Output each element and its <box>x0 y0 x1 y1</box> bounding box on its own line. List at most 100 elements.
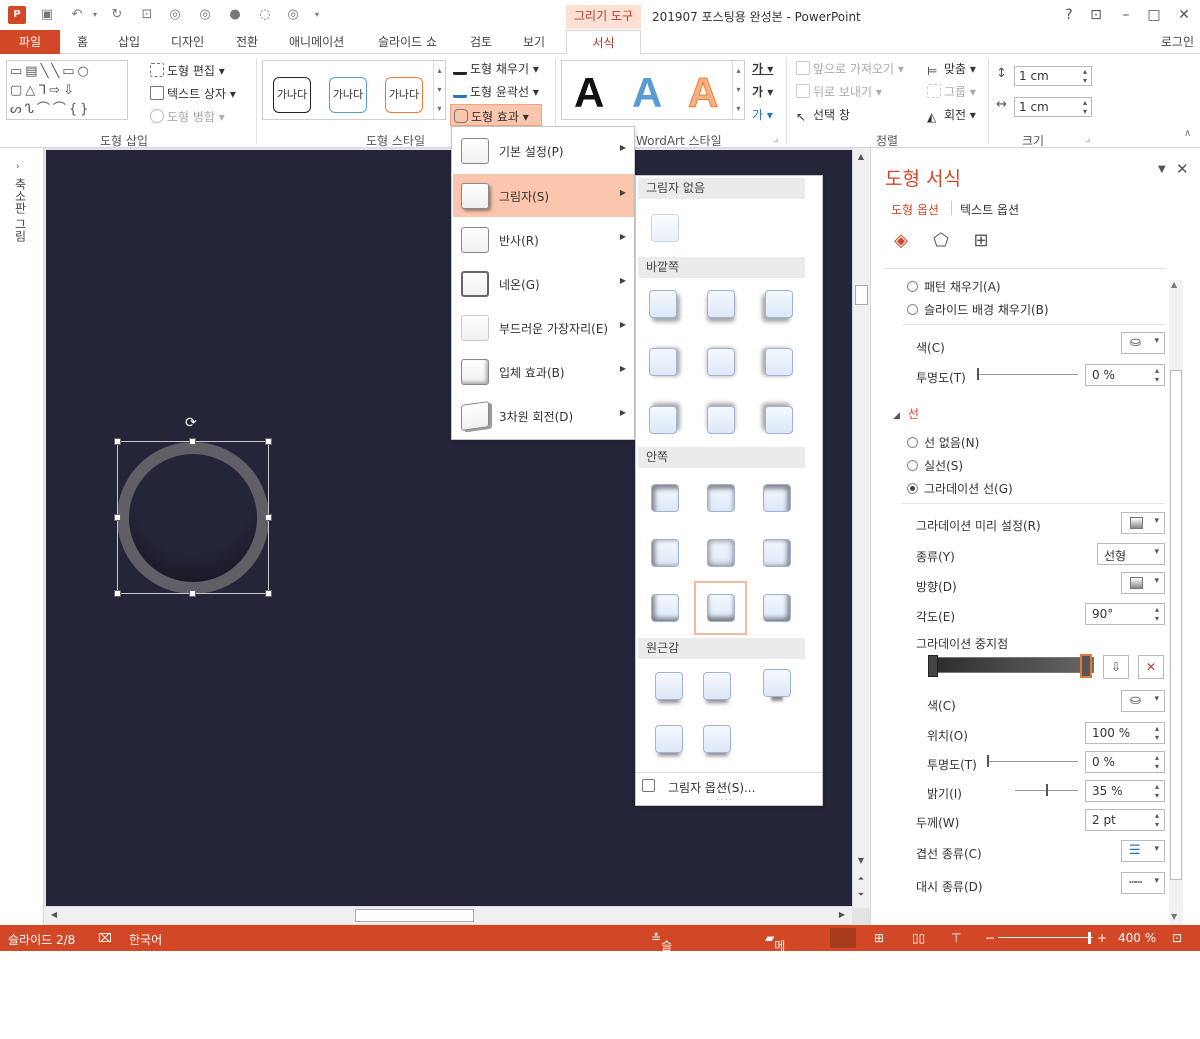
stop-transparency-slider-thumb[interactable] <box>987 755 989 767</box>
rotate-handle-icon[interactable]: ⟳ <box>185 415 197 431</box>
shape-effects-button[interactable]: 도형 효과 ▾ <box>450 104 542 126</box>
tab-view[interactable]: 보기 <box>523 30 545 54</box>
notes-button[interactable]: ≛ 슬라이드 노트 <box>651 931 672 1038</box>
shadow-inner-tile[interactable] <box>651 484 679 512</box>
undo-dropdown-icon[interactable]: ▾ <box>86 6 104 24</box>
selection-pane-button[interactable]: ↖ 선택 창 <box>796 106 850 124</box>
brightness-input[interactable]: 35 % <box>1085 780 1165 802</box>
shadow-inner-tile[interactable] <box>763 484 791 512</box>
shadow-perspective-tile[interactable] <box>655 672 683 700</box>
scroll-left-icon[interactable]: ◀ <box>47 908 61 922</box>
scroll-down-icon[interactable]: ▼ <box>854 854 868 868</box>
brightness-slider-thumb[interactable] <box>1046 784 1048 796</box>
shape-fill-button[interactable]: 도형 채우기 ▾ <box>453 60 539 77</box>
shadow-outer-tile[interactable] <box>707 406 735 434</box>
close-icon[interactable]: ✕ <box>1172 5 1196 25</box>
pane-options-chevron-icon[interactable]: ▼ <box>1158 164 1166 175</box>
shape-icon-2[interactable]: ◎ <box>196 6 214 24</box>
stop-transparency-slider[interactable] <box>988 761 1078 762</box>
undo-icon[interactable]: ↶ <box>68 6 86 24</box>
resize-handle[interactable] <box>114 514 121 521</box>
menu-item-3d-rotation[interactable]: 3차원 회전(D) ▶ <box>453 394 634 437</box>
horizontal-scroll-thumb[interactable] <box>355 909 474 922</box>
gallery-scroll[interactable]: ▴ ▾ ▾ <box>433 61 445 119</box>
slideshow-view-icon[interactable]: ⊤ <box>951 931 961 945</box>
normal-view-icon[interactable] <box>830 928 856 948</box>
fill-color-picker[interactable]: ⛀ <box>1121 332 1165 354</box>
scroll-up-icon[interactable]: ▲ <box>854 150 868 164</box>
shape-style-blue[interactable]: 가나다 <box>329 77 367 113</box>
shape-width-input[interactable]: 1 cm <box>1014 97 1092 117</box>
stop-color-picker[interactable]: ⛀ <box>1121 690 1165 712</box>
pane-scroll-thumb[interactable] <box>1170 370 1182 880</box>
vertical-scroll-thumb[interactable] <box>855 285 868 305</box>
text-effects-button[interactable]: 가 ▾ <box>752 106 773 123</box>
bring-forward-button[interactable]: 앞으로 가져오기 ▾ <box>796 60 904 77</box>
line-section-header[interactable]: ◢ 선 <box>893 405 919 422</box>
fill-transparency-input[interactable]: 0 % <box>1085 364 1165 386</box>
shadow-outer-tile[interactable] <box>707 348 735 376</box>
slide-background-fill-radio[interactable]: 슬라이드 배경 채우기(B) <box>907 301 1049 318</box>
group-button[interactable]: 그룹 ▾ <box>927 83 976 100</box>
tab-transitions[interactable]: 전환 <box>236 30 258 54</box>
size-properties-icon[interactable]: ⊞ <box>969 230 993 254</box>
collapse-ribbon-icon[interactable]: ∧ <box>1184 128 1191 139</box>
tab-animations[interactable]: 애니메이션 <box>289 30 344 54</box>
previous-slide-icon[interactable]: ⏶ <box>854 872 868 886</box>
remove-gradient-stop-icon[interactable]: ✕ <box>1138 655 1164 679</box>
merge-shapes-button[interactable]: 도형 병합 ▾ <box>150 108 225 125</box>
dialog-launcher-icon[interactable]: ⌟ <box>1086 134 1090 144</box>
shadow-inner-tile[interactable] <box>763 539 791 567</box>
sign-in-link[interactable]: 로그인 <box>1161 30 1194 54</box>
shadow-none-tile[interactable] <box>651 214 679 242</box>
menu-item-glow[interactable]: 네온(G) ▶ <box>453 262 634 305</box>
fill-transparency-slider-thumb[interactable] <box>977 368 979 380</box>
gradient-stop-end-selected[interactable] <box>1080 654 1092 678</box>
resize-handle[interactable] <box>114 438 121 445</box>
menu-item-shadow[interactable]: 그림자(S) ▶ <box>453 174 634 217</box>
shape-height-input[interactable]: 1 cm <box>1014 66 1092 86</box>
tab-insert[interactable]: 삽입 <box>118 30 140 54</box>
shape-style-orange[interactable]: 가나다 <box>385 77 423 113</box>
shadow-outer-tile[interactable] <box>707 290 735 318</box>
tab-slideshow[interactable]: 슬라이드 쇼 <box>378 30 437 54</box>
fill-transparency-slider[interactable] <box>978 374 1078 375</box>
zoom-slider[interactable] <box>998 937 1093 938</box>
pane-scrollbar[interactable]: ▲ ▼ <box>1169 280 1183 925</box>
tab-design[interactable]: 디자인 <box>171 30 204 54</box>
no-line-radio[interactable]: 선 없음(N) <box>907 434 979 451</box>
minimize-icon[interactable]: – <box>1114 5 1138 25</box>
tab-shape-options[interactable]: 도형 옵션 <box>891 201 939 218</box>
resize-handle[interactable] <box>189 590 196 597</box>
close-pane-icon[interactable]: ✕ <box>1176 160 1189 178</box>
shadow-perspective-tile[interactable] <box>655 725 683 753</box>
gradient-presets-dropdown[interactable] <box>1121 512 1165 534</box>
resize-grip-icon[interactable]: .... <box>716 793 734 802</box>
save-icon[interactable]: ▣ <box>38 6 56 24</box>
gradient-type-dropdown[interactable]: 선형 <box>1097 543 1165 565</box>
slide-sorter-icon[interactable]: ⊞ <box>874 931 884 945</box>
resize-handle[interactable] <box>114 590 121 597</box>
align-button[interactable]: ⊨ 맞춤 ▾ <box>927 60 976 78</box>
shadow-perspective-tile[interactable] <box>763 669 791 697</box>
shadow-inner-tile[interactable] <box>651 539 679 567</box>
gradient-stop-start[interactable] <box>928 655 938 677</box>
reading-view-icon[interactable]: ▯▯ <box>912 931 925 945</box>
spellcheck-icon[interactable]: ⌧ <box>98 931 112 945</box>
resize-handle[interactable] <box>265 590 272 597</box>
gradient-direction-dropdown[interactable] <box>1121 572 1165 594</box>
pane-scroll-down-icon[interactable]: ▼ <box>1171 912 1177 921</box>
redo-icon[interactable]: ↻ <box>108 6 126 24</box>
tab-format[interactable]: 서식 <box>566 30 641 55</box>
pane-scroll-up-icon[interactable]: ▲ <box>1171 280 1177 289</box>
tab-review[interactable]: 검토 <box>470 30 492 54</box>
expand-thumbnails-icon[interactable]: › <box>16 162 20 172</box>
add-gradient-stop-icon[interactable]: ⇩ <box>1103 655 1129 679</box>
dash-type-dropdown[interactable]: ┅┅ <box>1121 872 1165 894</box>
horizontal-scrollbar[interactable]: ◀ ▶ <box>44 906 852 924</box>
shadow-outer-tile[interactable] <box>765 290 793 318</box>
next-slide-icon[interactable]: ⏷ <box>854 888 868 902</box>
text-box-button[interactable]: 텍스트 상자 ▾ <box>150 85 236 102</box>
shadow-inner-tile[interactable] <box>763 594 791 622</box>
compound-type-dropdown[interactable]: ☰ <box>1121 840 1165 862</box>
